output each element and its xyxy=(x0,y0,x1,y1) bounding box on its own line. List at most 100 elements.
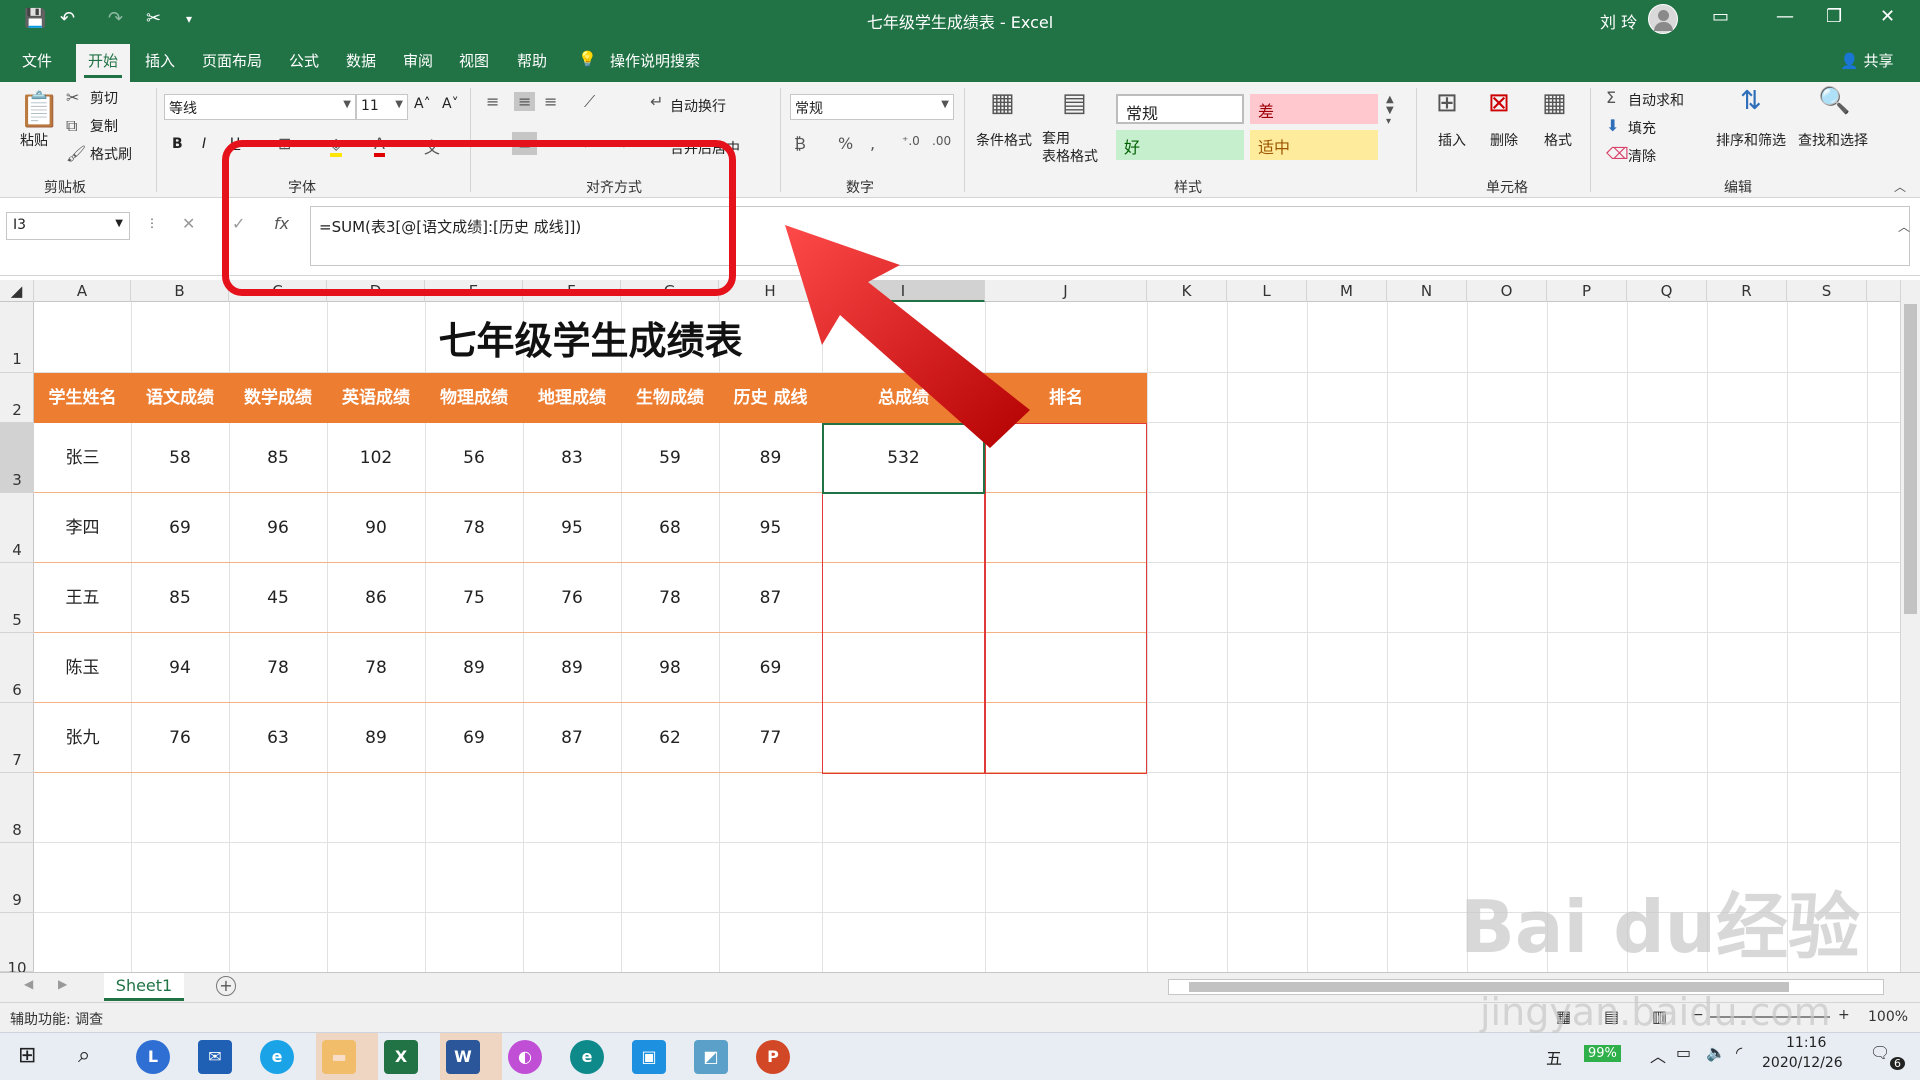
table-cell[interactable]: 95 xyxy=(719,493,822,563)
table-cell[interactable]: 94 xyxy=(131,633,229,703)
paste-button[interactable]: 粘贴 xyxy=(20,130,48,150)
currency-icon[interactable]: ₿ xyxy=(794,134,806,154)
conditional-format-button[interactable]: 条件格式 xyxy=(976,130,1032,150)
table-header-cell[interactable]: 数学成绩 xyxy=(229,373,327,423)
table-cell[interactable]: 王五 xyxy=(34,563,131,633)
table-cell[interactable]: 95 xyxy=(523,493,621,563)
column-header[interactable]: N xyxy=(1387,280,1467,302)
windows-start-icon[interactable]: ⊞ xyxy=(18,1043,36,1068)
ime-indicator[interactable]: 五 xyxy=(1546,1045,1562,1069)
increase-decimal-icon[interactable]: ⁺.0 xyxy=(902,134,920,148)
table-cell[interactable]: 83 xyxy=(523,423,621,493)
table-cell[interactable]: 张九 xyxy=(34,703,131,773)
style-neutral[interactable]: 适中 xyxy=(1250,130,1378,160)
sort-filter-button[interactable]: 排序和筛选 xyxy=(1716,130,1786,150)
table-cell[interactable]: 89 xyxy=(523,633,621,703)
table-cell[interactable]: 45 xyxy=(229,563,327,633)
row-header[interactable]: 4 xyxy=(0,493,34,563)
zoom-level[interactable]: 100% xyxy=(1868,1009,1908,1025)
wrap-text-button[interactable]: 自动换行 xyxy=(670,96,726,116)
row-header[interactable]: 7 xyxy=(0,703,34,773)
sheet-tab[interactable]: Sheet1 xyxy=(104,973,184,1001)
tab-review[interactable]: 审阅 xyxy=(403,50,433,71)
mail-icon[interactable]: ✉ xyxy=(198,1040,232,1074)
table-cell[interactable]: 87 xyxy=(719,563,822,633)
collapse-ribbon-icon[interactable]: ︿ xyxy=(1894,178,1906,195)
edge-icon[interactable]: e xyxy=(570,1040,604,1074)
add-sheet-icon[interactable]: + xyxy=(216,976,236,996)
cut-button[interactable]: 剪切 xyxy=(90,88,118,108)
table-cell[interactable]: 77 xyxy=(719,703,822,773)
table-cell[interactable]: 63 xyxy=(229,703,327,773)
comma-icon[interactable]: , xyxy=(870,134,875,153)
row-header[interactable]: 5 xyxy=(0,563,34,633)
clock-date[interactable]: 2020/12/26 xyxy=(1762,1055,1843,1071)
row-header[interactable]: 6 xyxy=(0,633,34,703)
copy-button[interactable]: 复制 xyxy=(90,116,118,136)
table-cell[interactable]: 78 xyxy=(621,563,719,633)
tab-help[interactable]: 帮助 xyxy=(517,50,547,71)
minimize-icon[interactable]: — xyxy=(1776,6,1794,27)
find-select-button[interactable]: 查找和选择 xyxy=(1798,130,1868,150)
cancel-icon[interactable]: ✕ xyxy=(182,214,195,233)
close-icon[interactable]: ✕ xyxy=(1880,6,1895,27)
share-button[interactable]: 👤 共享 xyxy=(1840,50,1893,71)
table-cell[interactable]: 69 xyxy=(425,703,523,773)
table-cell[interactable]: 98 xyxy=(621,633,719,703)
decrease-decimal-icon[interactable]: .00 xyxy=(932,134,951,148)
wifi-icon[interactable]: ◜ xyxy=(1736,1043,1742,1062)
table-cell[interactable]: 68 xyxy=(621,493,719,563)
tab-home[interactable]: 开始 xyxy=(76,44,130,82)
number-format-select[interactable]: 常规 ▼ xyxy=(790,94,954,120)
tab-data[interactable]: 数据 xyxy=(346,50,376,71)
search-icon[interactable]: ⌕ xyxy=(78,1043,90,1068)
table-cell[interactable]: 89 xyxy=(327,703,425,773)
format-cells-button[interactable]: 格式 xyxy=(1544,130,1572,150)
tab-formulas[interactable]: 公式 xyxy=(289,50,319,71)
style-normal[interactable]: 常规 xyxy=(1116,94,1244,124)
app-icon[interactable]: ▣ xyxy=(632,1040,666,1074)
table-header-cell[interactable]: 物理成绩 xyxy=(425,373,523,423)
app-icon[interactable]: L xyxy=(136,1040,170,1074)
tab-view[interactable]: 视图 xyxy=(459,50,489,71)
table-cell[interactable]: 89 xyxy=(425,633,523,703)
format-as-table-button[interactable]: 套用 表格格式 xyxy=(1042,130,1098,166)
notification-icon[interactable]: 🗨 xyxy=(1870,1043,1890,1062)
table-cell[interactable]: 76 xyxy=(523,563,621,633)
collapse-formula-icon[interactable]: ︿ xyxy=(1898,218,1910,235)
table-cell[interactable]: 58 xyxy=(131,423,229,493)
row-header[interactable]: 1 xyxy=(0,302,34,373)
tab-page-layout[interactable]: 页面布局 xyxy=(202,50,262,71)
row-header[interactable]: 3 xyxy=(0,423,34,493)
select-all-corner[interactable]: ◢ xyxy=(0,280,34,302)
avatar[interactable] xyxy=(1648,4,1678,34)
vertical-scrollbar[interactable] xyxy=(1900,280,1920,972)
table-cell[interactable]: 李四 xyxy=(34,493,131,563)
powerpoint-taskbar-icon[interactable]: P xyxy=(756,1040,790,1074)
zoom-in-icon[interactable]: + xyxy=(1838,1007,1850,1023)
accessibility-status[interactable]: 辅助功能: 调查 xyxy=(10,1009,103,1029)
app-icon[interactable]: ◩ xyxy=(694,1040,728,1074)
battery-indicator[interactable]: 99% xyxy=(1584,1045,1621,1062)
scroll-thumb[interactable] xyxy=(1904,304,1917,614)
column-header[interactable]: K xyxy=(1147,280,1227,302)
table-header-cell[interactable]: 地理成绩 xyxy=(523,373,621,423)
tell-me-search[interactable]: 操作说明搜索 xyxy=(610,50,700,71)
table-header-cell[interactable]: 生物成绩 xyxy=(621,373,719,423)
table-cell[interactable]: 85 xyxy=(229,423,327,493)
next-sheet-icon[interactable]: ▶ xyxy=(58,977,67,991)
table-cell[interactable]: 陈玉 xyxy=(34,633,131,703)
format-painter-button[interactable]: 格式刷 xyxy=(90,144,132,164)
table-cell[interactable]: 78 xyxy=(425,493,523,563)
increase-font-icon[interactable]: A˄ xyxy=(414,96,431,112)
font-size-select[interactable]: 11 ▼ xyxy=(356,94,408,120)
table-header-cell[interactable]: 语文成绩 xyxy=(131,373,229,423)
column-header[interactable]: O xyxy=(1467,280,1547,302)
column-header[interactable]: B xyxy=(131,280,229,302)
column-header[interactable]: Q xyxy=(1627,280,1707,302)
row-header[interactable]: 8 xyxy=(0,773,34,843)
tab-file[interactable]: 文件 xyxy=(22,50,52,71)
column-header[interactable]: A xyxy=(34,280,131,302)
column-header[interactable]: M xyxy=(1307,280,1387,302)
tab-insert[interactable]: 插入 xyxy=(145,50,175,71)
